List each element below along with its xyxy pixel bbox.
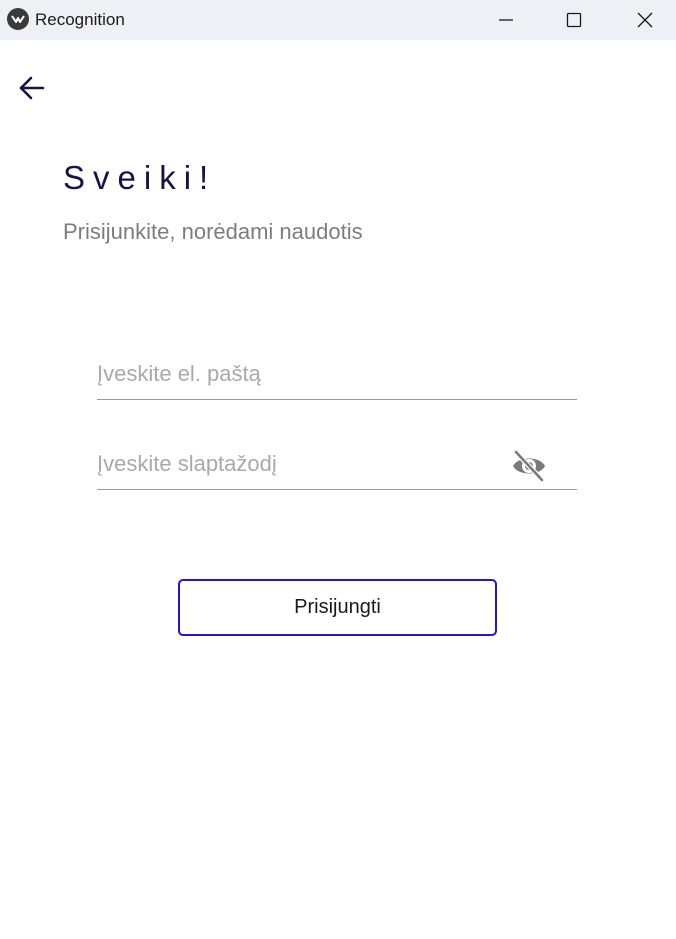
window-title: Recognition bbox=[35, 10, 125, 29]
greeting-title: Sveiki! bbox=[63, 159, 217, 196]
back-button[interactable] bbox=[16, 72, 48, 104]
arrow-left-icon bbox=[19, 76, 45, 100]
eye-off-icon[interactable] bbox=[511, 449, 547, 483]
email-field[interactable] bbox=[97, 357, 497, 391]
password-field[interactable] bbox=[97, 447, 497, 481]
email-field-container bbox=[97, 357, 577, 400]
password-field-container bbox=[97, 447, 577, 490]
close-button[interactable] bbox=[622, 0, 668, 40]
minimize-button[interactable] bbox=[483, 0, 529, 40]
maximize-button[interactable] bbox=[551, 0, 597, 40]
login-button[interactable]: Prisijungti bbox=[178, 579, 497, 636]
app-logo-icon bbox=[7, 8, 29, 30]
maximize-icon bbox=[566, 12, 582, 28]
title-bar[interactable]: Recognition bbox=[0, 0, 676, 40]
greeting-subtitle: Prisijunkite, norėdami naudotis bbox=[63, 219, 363, 244]
close-icon bbox=[637, 12, 653, 28]
minimize-icon bbox=[499, 19, 513, 21]
app-window: Recognition Sveiki! Prisijunkite, norėda… bbox=[0, 0, 676, 939]
